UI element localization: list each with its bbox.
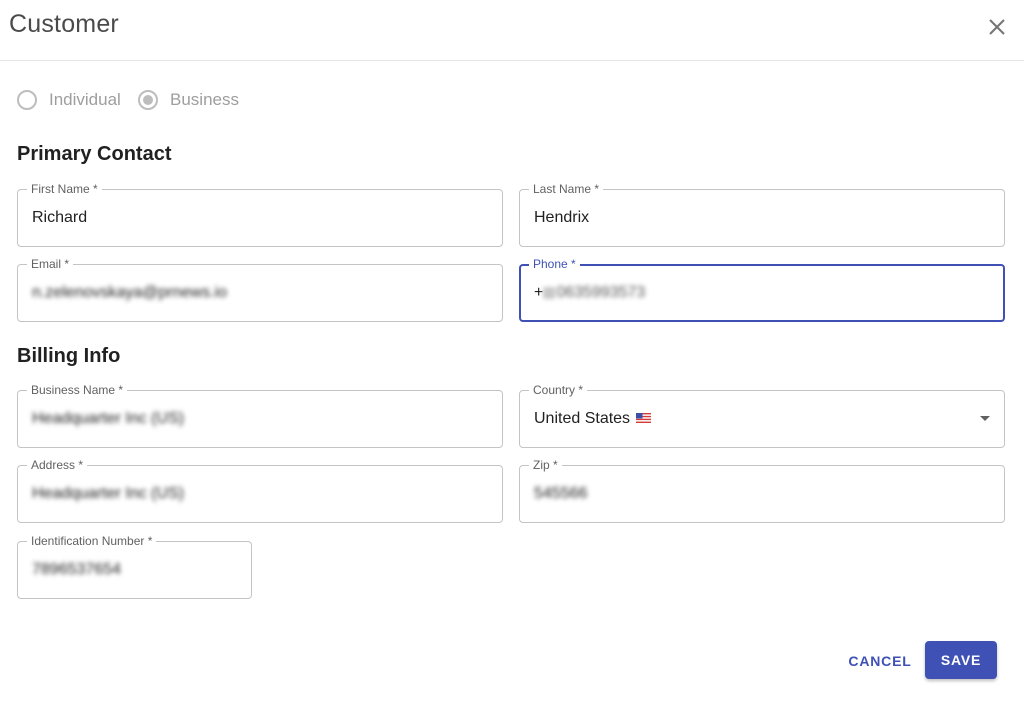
dialog-title: Customer	[9, 10, 119, 38]
business-name-field[interactable]: Business Name * Headquarter Inc (US)	[17, 383, 503, 448]
phone-prefix: +	[534, 284, 544, 301]
country-name: United States	[534, 410, 631, 427]
identification-number-field[interactable]: Identification Number * 7896537654	[17, 534, 252, 599]
close-icon[interactable]	[984, 14, 1010, 40]
country-value[interactable]: United States	[534, 391, 652, 447]
radio-label-individual: Individual	[49, 90, 121, 109]
last-name-field[interactable]: Last Name * Hendrix	[519, 182, 1005, 247]
radio-business[interactable]: Business	[138, 89, 239, 111]
radio-button-checked[interactable]	[138, 90, 158, 110]
radio-button-unchecked[interactable]	[17, 90, 37, 110]
billing-info-heading: Billing Info	[17, 345, 121, 367]
first-name-field[interactable]: First Name * Richard	[17, 182, 503, 247]
country-select[interactable]: Country * United States	[519, 383, 1005, 448]
last-name-input[interactable]: Hendrix	[534, 190, 589, 246]
identification-number-input[interactable]: 7896537654	[32, 542, 121, 598]
phone-number: 0635993573	[556, 284, 646, 301]
cancel-button[interactable]: CANCEL	[842, 643, 918, 679]
phone-country-code-redacted	[543, 286, 556, 299]
save-button[interactable]: SAVE	[925, 641, 997, 679]
primary-contact-heading: Primary Contact	[17, 143, 172, 165]
customer-dialog: Customer Individual Business Primary Con…	[0, 0, 1024, 702]
dialog-header: Customer	[0, 0, 1024, 61]
phone-input[interactable]: +0635993573	[534, 266, 645, 322]
us-flag-icon	[636, 413, 652, 423]
phone-field[interactable]: Phone * +0635993573	[519, 257, 1005, 322]
email-input[interactable]: n.zelenovskaya@prnews.io	[32, 265, 227, 321]
chevron-down-icon[interactable]	[980, 416, 990, 421]
zip-input[interactable]: 545566	[534, 466, 587, 522]
first-name-input[interactable]: Richard	[32, 190, 87, 246]
address-input[interactable]: Headquarter Inc (US)	[32, 466, 184, 522]
zip-field[interactable]: Zip * 545566	[519, 458, 1005, 523]
email-field[interactable]: Email * n.zelenovskaya@prnews.io	[17, 257, 503, 322]
address-field[interactable]: Address * Headquarter Inc (US)	[17, 458, 503, 523]
radio-label-business: Business	[170, 90, 239, 109]
business-name-input[interactable]: Headquarter Inc (US)	[32, 391, 184, 447]
radio-individual[interactable]: Individual	[17, 89, 121, 111]
